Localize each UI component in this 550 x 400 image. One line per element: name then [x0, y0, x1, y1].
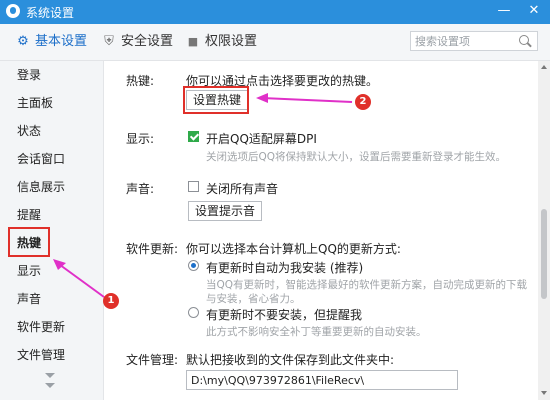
annotation-arrows — [53, 93, 353, 298]
arrow-to-set-hotkey-button — [261, 97, 353, 103]
annotation-marker-2: 2 — [355, 94, 371, 110]
arrow-to-sidebar-hotkey — [55, 261, 105, 298]
annotation-marker-1: 1 — [103, 293, 119, 309]
arrowhead-2 — [256, 93, 268, 103]
